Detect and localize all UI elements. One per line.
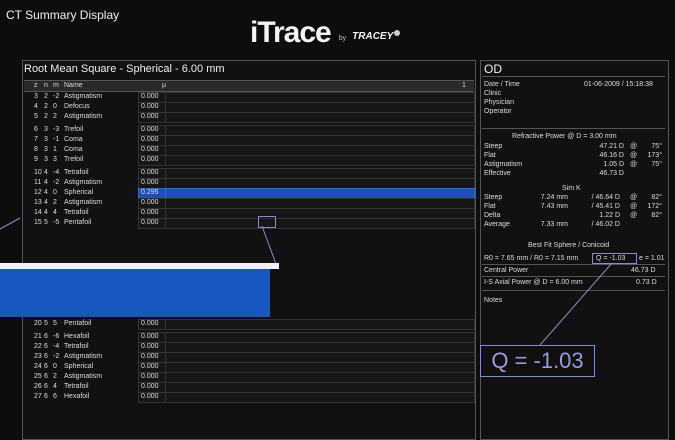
- callout-frame: [258, 216, 276, 228]
- q-value-callout: Q = -1.03: [480, 345, 595, 377]
- zoom-overlay-highlight: [0, 269, 270, 317]
- callout-line-left-2: [261, 225, 277, 265]
- callout-line-right: [539, 262, 613, 346]
- callout-line-left: [0, 217, 21, 230]
